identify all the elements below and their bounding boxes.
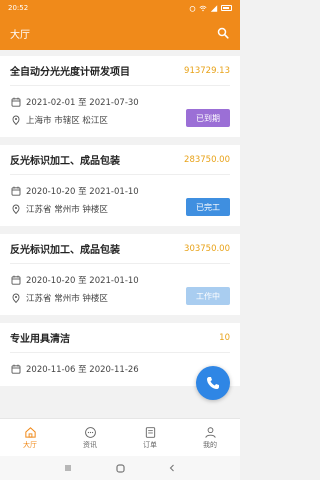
project-card[interactable]: 反光标识加工、成品包装 283750.00 2020-10-20 至 2021-… (0, 145, 240, 226)
project-amount: 10 (219, 332, 230, 343)
project-amount: 283750.00 (184, 154, 230, 165)
home-button-icon[interactable] (113, 461, 127, 475)
search-icon[interactable] (216, 26, 230, 40)
project-location: 江苏省 常州市 钟楼区 (26, 294, 108, 304)
status-badge: 工作中 (186, 287, 230, 305)
wifi-icon (199, 5, 207, 11)
project-dates: 2020-10-20 至 2021-01-10 (26, 276, 139, 286)
call-button[interactable] (196, 366, 230, 400)
order-icon (143, 425, 157, 439)
project-dates: 2021-02-01 至 2021-07-30 (26, 98, 139, 108)
project-name: 反光标识加工、成品包装 (10, 156, 120, 167)
project-dates: 2020-11-06 至 2020-11-26 (26, 365, 139, 375)
project-amount: 913729.13 (184, 65, 230, 76)
page-title: 大厅 (10, 29, 30, 41)
status-time: 20:52 (8, 4, 29, 12)
project-name: 反光标识加工、成品包装 (10, 245, 120, 256)
project-location: 上海市 市辖区 松江区 (26, 116, 108, 126)
phone-icon (207, 377, 219, 389)
location-pin-icon (10, 293, 21, 304)
status-badge: 已到期 (186, 109, 230, 127)
back-icon[interactable] (165, 461, 179, 475)
calendar-icon (10, 97, 21, 108)
project-dates: 2020-10-20 至 2021-01-10 (26, 187, 139, 197)
calendar-icon (10, 186, 21, 197)
tab-mine[interactable]: 我的 (180, 419, 240, 456)
project-card-header: 反光标识加工、成品包装 283750.00 (10, 145, 230, 175)
chat-icon (83, 425, 97, 439)
system-nav-bar (0, 456, 240, 480)
project-card-header: 反光标识加工、成品包装 303750.00 (10, 234, 230, 264)
bottom-tab-bar: 大厅 资讯 订单 我的 (0, 418, 240, 456)
person-icon (203, 425, 217, 439)
status-badge: 已完工 (186, 198, 230, 216)
battery-icon (221, 5, 232, 11)
project-card-body: 2020-10-20 至 2021-01-10 江苏省 常州市 钟楼区 已完工 (10, 175, 230, 226)
status-icons (189, 4, 232, 12)
project-amount: 303750.00 (184, 243, 230, 254)
project-card-header: 全自动分光光度计研发项目 913729.13 (10, 56, 230, 86)
signal-icon (210, 4, 218, 12)
location-pin-icon (10, 204, 21, 215)
home-icon (23, 425, 37, 439)
tab-label: 大厅 (23, 441, 37, 449)
calendar-icon (10, 275, 21, 286)
tab-news[interactable]: 资讯 (60, 419, 120, 456)
calendar-icon (10, 364, 21, 375)
menu-icon[interactable] (61, 461, 75, 475)
project-card-header: 专业用具清洁 10 (10, 323, 230, 353)
tab-label: 订单 (143, 441, 157, 449)
alarm-icon (189, 5, 196, 12)
project-name: 全自动分光光度计研发项目 (10, 67, 130, 78)
tab-label: 我的 (203, 441, 217, 449)
project-name: 专业用具清洁 (10, 334, 70, 345)
project-card-body: 2021-02-01 至 2021-07-30 上海市 市辖区 松江区 已到期 (10, 86, 230, 137)
location-pin-icon (10, 115, 21, 126)
tab-label: 资讯 (83, 441, 97, 449)
tab-orders[interactable]: 订单 (120, 419, 180, 456)
tab-hall[interactable]: 大厅 (0, 419, 60, 456)
app-header: 大厅 (0, 16, 240, 50)
project-card[interactable]: 全自动分光光度计研发项目 913729.13 2021-02-01 至 2021… (0, 56, 240, 137)
project-card-body: 2020-10-20 至 2021-01-10 江苏省 常州市 钟楼区 工作中 (10, 264, 230, 315)
status-bar: 20:52 (0, 0, 240, 16)
project-location: 江苏省 常州市 钟楼区 (26, 205, 108, 215)
project-card[interactable]: 反光标识加工、成品包装 303750.00 2020-10-20 至 2021-… (0, 234, 240, 315)
